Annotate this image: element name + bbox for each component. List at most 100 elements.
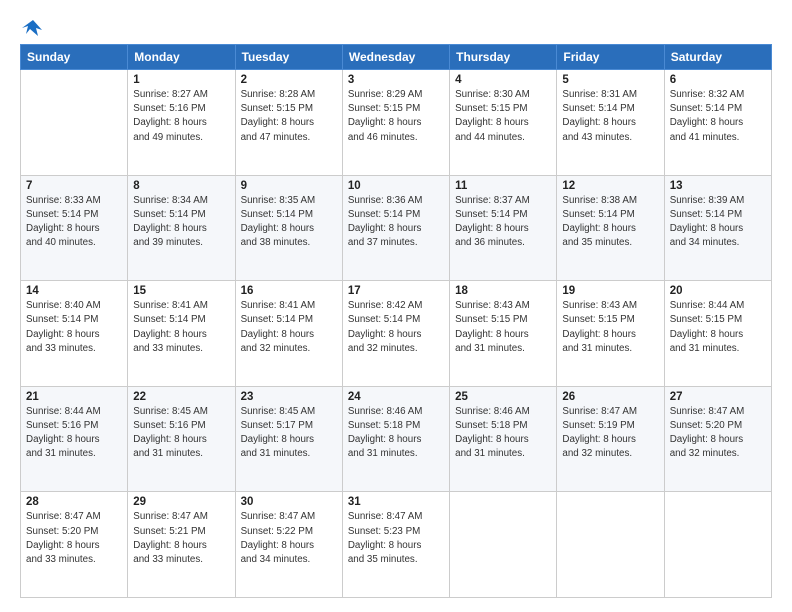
day-cell: 30 Sunrise: 8:47 AM Sunset: 5:22 PM Dayli… — [235, 492, 342, 598]
day-number: 7 — [26, 180, 122, 192]
day-number: 6 — [670, 74, 766, 86]
day-cell — [21, 70, 128, 176]
calendar-header: SundayMondayTuesdayWednesdayThursdayFrid… — [21, 45, 772, 70]
day-content: Sunrise: 8:47 AM Sunset: 5:20 PM Dayligh… — [26, 510, 122, 567]
day-content: Sunrise: 8:36 AM Sunset: 5:14 PM Dayligh… — [348, 194, 444, 251]
day-cell: 3 Sunrise: 8:29 AM Sunset: 5:15 PM Daylig… — [342, 70, 449, 176]
col-header-monday: Monday — [128, 45, 235, 70]
day-cell — [664, 492, 771, 598]
day-number: 11 — [455, 180, 551, 192]
day-number: 30 — [241, 496, 337, 508]
col-header-thursday: Thursday — [450, 45, 557, 70]
day-content: Sunrise: 8:43 AM Sunset: 5:15 PM Dayligh… — [562, 299, 658, 356]
day-cell: 21 Sunrise: 8:44 AM Sunset: 5:16 PM Dayli… — [21, 386, 128, 492]
day-content: Sunrise: 8:44 AM Sunset: 5:16 PM Dayligh… — [26, 405, 122, 462]
day-number: 18 — [455, 285, 551, 297]
calendar-body: 1Sunrise: 8:27 AM Sunset: 5:16 PM Daylig… — [21, 70, 772, 598]
day-number: 4 — [455, 74, 551, 86]
day-content: Sunrise: 8:34 AM Sunset: 5:14 PM Dayligh… — [133, 194, 229, 251]
day-cell: 14 Sunrise: 8:40 AM Sunset: 5:14 PM Dayli… — [21, 281, 128, 387]
week-row-3: 14 Sunrise: 8:40 AM Sunset: 5:14 PM Dayli… — [21, 281, 772, 387]
day-content: Sunrise: 8:43 AM Sunset: 5:15 PM Dayligh… — [455, 299, 551, 356]
day-number: 15 — [133, 285, 229, 297]
day-cell: 28 Sunrise: 8:47 AM Sunset: 5:20 PM Dayli… — [21, 492, 128, 598]
day-number: 13 — [670, 180, 766, 192]
day-cell: 25 Sunrise: 8:46 AM Sunset: 5:18 PM Dayli… — [450, 386, 557, 492]
week-row-5: 28 Sunrise: 8:47 AM Sunset: 5:20 PM Dayli… — [21, 492, 772, 598]
day-content: Sunrise: 8:46 AM Sunset: 5:18 PM Dayligh… — [455, 405, 551, 462]
day-number: 23 — [241, 391, 337, 403]
day-cell: 7 Sunrise: 8:33 AM Sunset: 5:14 PM Daylig… — [21, 175, 128, 281]
day-number: 21 — [26, 391, 122, 403]
day-number: 9 — [241, 180, 337, 192]
day-number: 27 — [670, 391, 766, 403]
col-header-sunday: Sunday — [21, 45, 128, 70]
day-content: Sunrise: 8:41 AM Sunset: 5:14 PM Dayligh… — [241, 299, 337, 356]
day-cell: 26Sunrise: 8:47 AM Sunset: 5:19 PM Dayli… — [557, 386, 664, 492]
day-content: Sunrise: 8:38 AM Sunset: 5:14 PM Dayligh… — [562, 194, 658, 251]
day-content: Sunrise: 8:39 AM Sunset: 5:14 PM Dayligh… — [670, 194, 766, 251]
day-number: 12 — [562, 180, 658, 192]
day-content: Sunrise: 8:40 AM Sunset: 5:14 PM Dayligh… — [26, 299, 122, 356]
day-cell: 18 Sunrise: 8:43 AM Sunset: 5:15 PM Dayli… — [450, 281, 557, 387]
day-number: 25 — [455, 391, 551, 403]
day-number: 19 — [562, 285, 658, 297]
header-row: SundayMondayTuesdayWednesdayThursdayFrid… — [21, 45, 772, 70]
day-number: 10 — [348, 180, 444, 192]
day-cell: 13 Sunrise: 8:39 AM Sunset: 5:14 PM Dayli… — [664, 175, 771, 281]
logo-bird-icon — [22, 18, 44, 38]
day-number: 14 — [26, 285, 122, 297]
day-cell: 4 Sunrise: 8:30 AM Sunset: 5:15 PM Daylig… — [450, 70, 557, 176]
day-cell: 10 Sunrise: 8:36 AM Sunset: 5:14 PM Dayli… — [342, 175, 449, 281]
day-content: Sunrise: 8:29 AM Sunset: 5:15 PM Dayligh… — [348, 88, 444, 145]
day-content: Sunrise: 8:28 AM Sunset: 5:15 PM Dayligh… — [241, 88, 337, 145]
day-cell: 1Sunrise: 8:27 AM Sunset: 5:16 PM Daylig… — [128, 70, 235, 176]
day-number: 28 — [26, 496, 122, 508]
day-content: Sunrise: 8:47 AM Sunset: 5:20 PM Dayligh… — [670, 405, 766, 462]
col-header-friday: Friday — [557, 45, 664, 70]
day-number: 5 — [562, 74, 658, 86]
day-content: Sunrise: 8:45 AM Sunset: 5:17 PM Dayligh… — [241, 405, 337, 462]
day-cell: 31Sunrise: 8:47 AM Sunset: 5:23 PM Dayli… — [342, 492, 449, 598]
day-number: 26 — [562, 391, 658, 403]
day-number: 17 — [348, 285, 444, 297]
day-cell: 15Sunrise: 8:41 AM Sunset: 5:14 PM Dayli… — [128, 281, 235, 387]
day-number: 8 — [133, 180, 229, 192]
header — [20, 18, 772, 34]
day-cell: 16 Sunrise: 8:41 AM Sunset: 5:14 PM Dayli… — [235, 281, 342, 387]
day-cell: 19 Sunrise: 8:43 AM Sunset: 5:15 PM Dayli… — [557, 281, 664, 387]
day-number: 16 — [241, 285, 337, 297]
day-cell: 29Sunrise: 8:47 AM Sunset: 5:21 PM Dayli… — [128, 492, 235, 598]
day-content: Sunrise: 8:37 AM Sunset: 5:14 PM Dayligh… — [455, 194, 551, 251]
day-number: 20 — [670, 285, 766, 297]
day-cell: 8 Sunrise: 8:34 AM Sunset: 5:14 PM Daylig… — [128, 175, 235, 281]
day-number: 1 — [133, 74, 229, 86]
day-number: 2 — [241, 74, 337, 86]
day-content: Sunrise: 8:35 AM Sunset: 5:14 PM Dayligh… — [241, 194, 337, 251]
day-content: Sunrise: 8:32 AM Sunset: 5:14 PM Dayligh… — [670, 88, 766, 145]
calendar-table: SundayMondayTuesdayWednesdayThursdayFrid… — [20, 44, 772, 598]
week-row-4: 21 Sunrise: 8:44 AM Sunset: 5:16 PM Dayli… — [21, 386, 772, 492]
day-content: Sunrise: 8:46 AM Sunset: 5:18 PM Dayligh… — [348, 405, 444, 462]
day-number: 24 — [348, 391, 444, 403]
day-cell: 11 Sunrise: 8:37 AM Sunset: 5:14 PM Dayli… — [450, 175, 557, 281]
day-content: Sunrise: 8:47 AM Sunset: 5:21 PM Dayligh… — [133, 510, 229, 567]
day-cell: 9 Sunrise: 8:35 AM Sunset: 5:14 PM Daylig… — [235, 175, 342, 281]
day-cell: 23 Sunrise: 8:45 AM Sunset: 5:17 PM Dayli… — [235, 386, 342, 492]
col-header-tuesday: Tuesday — [235, 45, 342, 70]
day-number: 3 — [348, 74, 444, 86]
day-cell: 22Sunrise: 8:45 AM Sunset: 5:16 PM Dayli… — [128, 386, 235, 492]
day-content: Sunrise: 8:47 AM Sunset: 5:22 PM Dayligh… — [241, 510, 337, 567]
day-content: Sunrise: 8:30 AM Sunset: 5:15 PM Dayligh… — [455, 88, 551, 145]
day-cell: 20Sunrise: 8:44 AM Sunset: 5:15 PM Dayli… — [664, 281, 771, 387]
day-content: Sunrise: 8:45 AM Sunset: 5:16 PM Dayligh… — [133, 405, 229, 462]
day-content: Sunrise: 8:31 AM Sunset: 5:14 PM Dayligh… — [562, 88, 658, 145]
col-header-wednesday: Wednesday — [342, 45, 449, 70]
day-number: 31 — [348, 496, 444, 508]
day-cell: 24 Sunrise: 8:46 AM Sunset: 5:18 PM Dayli… — [342, 386, 449, 492]
day-cell: 12 Sunrise: 8:38 AM Sunset: 5:14 PM Dayli… — [557, 175, 664, 281]
day-content: Sunrise: 8:33 AM Sunset: 5:14 PM Dayligh… — [26, 194, 122, 251]
day-cell: 6 Sunrise: 8:32 AM Sunset: 5:14 PM Daylig… — [664, 70, 771, 176]
day-cell: 2 Sunrise: 8:28 AM Sunset: 5:15 PM Daylig… — [235, 70, 342, 176]
week-row-1: 1Sunrise: 8:27 AM Sunset: 5:16 PM Daylig… — [21, 70, 772, 176]
